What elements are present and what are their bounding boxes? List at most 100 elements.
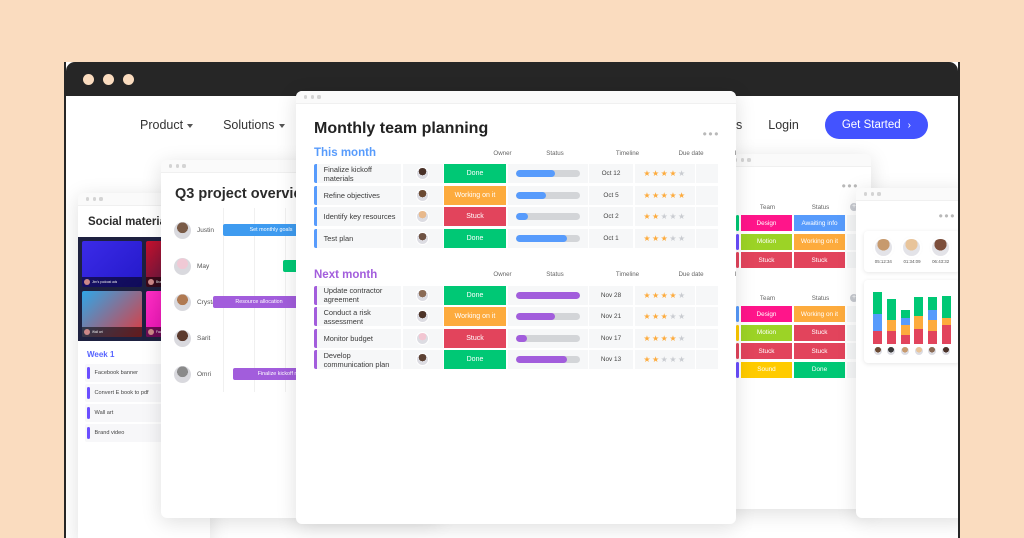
status-cell[interactable]: Stuck (444, 329, 506, 348)
owner-cell[interactable] (403, 186, 443, 205)
priority-cell[interactable]: ★★★★★ (635, 207, 695, 226)
timeline-cell[interactable] (508, 164, 588, 183)
table-row[interactable]: Test planDoneOct 1★★★★★ (314, 229, 718, 248)
table-row[interactable]: Identify key resourcesStuckOct 2★★★★★ (314, 207, 718, 226)
owner-cell[interactable] (403, 329, 443, 348)
table-row[interactable]: MotionStuck (726, 325, 871, 341)
table-row[interactable]: Refine objectivesWorking on itOct 5★★★★★ (314, 186, 718, 205)
due-date-cell[interactable]: Nov 17 (589, 329, 633, 348)
table-row[interactable]: Update contractor agreementDoneNov 28★★★… (314, 286, 718, 305)
table-row[interactable]: DesignAwaiting info (726, 215, 871, 231)
team-board-menu-icon[interactable]: ••• (726, 167, 871, 199)
due-date-cell[interactable]: Oct 1 (589, 229, 633, 248)
gantt-bar[interactable]: Resource allocation (213, 296, 305, 308)
task-name-cell: Conduct a risk assessment (317, 307, 401, 326)
timer-item[interactable]: 01:34:09 (903, 239, 920, 264)
group-title[interactable]: Next month (314, 269, 481, 281)
status-cell[interactable]: Done (444, 286, 506, 305)
owner-cell[interactable] (403, 207, 443, 226)
task-name-cell: Finalize kickoff materials (317, 164, 401, 183)
window-minimize-dot[interactable] (103, 74, 114, 85)
gantt-bar-label: Resource allocation (232, 299, 285, 305)
owner-cell[interactable] (403, 307, 443, 326)
status-cell[interactable]: Awaiting info (794, 215, 845, 231)
priority-cell[interactable]: ★★★★★ (635, 164, 695, 183)
team-cell[interactable]: Stuck (741, 343, 792, 359)
table-row[interactable]: SoundDone (726, 362, 871, 378)
timer-item[interactable]: 06:43:32 (932, 239, 949, 264)
status-cell[interactable]: Done (444, 350, 506, 369)
owner-cell[interactable] (403, 164, 443, 183)
status-cell[interactable]: Stuck (444, 207, 506, 226)
nav-item-solutions[interactable]: Solutions (223, 118, 284, 132)
status-cell[interactable]: Stuck (794, 252, 845, 268)
column-header-owner: Owner (483, 150, 523, 157)
chart-bar (873, 292, 882, 344)
get-started-button[interactable]: Get Started › (825, 111, 928, 139)
cards-canvas: Social material Jim's podcast adsBrand v… (66, 154, 958, 538)
star-icon: ★ (661, 312, 669, 321)
chart-segment-stuck (873, 331, 882, 344)
status-cell[interactable]: Done (444, 164, 506, 183)
owner-cell[interactable] (403, 229, 443, 248)
status-cell[interactable]: Done (794, 362, 845, 378)
team-cell[interactable]: Stuck (741, 252, 792, 268)
status-cell[interactable]: Stuck (794, 325, 845, 341)
team-cell[interactable]: Motion (741, 234, 792, 250)
table-row[interactable]: Monitor budgetStuckNov 17★★★★★ (314, 329, 718, 348)
nav-item-login[interactable]: Login (768, 118, 799, 132)
timeline-cell[interactable] (508, 307, 588, 326)
status-cell[interactable]: Done (444, 229, 506, 248)
gantt-row-name: Omri (197, 371, 223, 378)
due-date-cell[interactable]: Oct 2 (589, 207, 633, 226)
priority-cell[interactable]: ★★★★★ (635, 186, 695, 205)
team-cell[interactable]: Motion (741, 325, 792, 341)
table-row[interactable]: MotionWorking on it (726, 234, 871, 250)
window-minimize-dot (741, 158, 744, 161)
timeline-cell[interactable] (508, 350, 588, 369)
status-cell[interactable]: Working on it (444, 186, 506, 205)
table-row[interactable]: Conduct a risk assessment Working on it No… (314, 307, 718, 326)
timeline-cell[interactable] (508, 229, 588, 248)
status-cell[interactable]: Working on it (794, 234, 845, 250)
due-date-cell[interactable]: Oct 12 (589, 164, 633, 183)
timer-item[interactable]: 05:12:34 (875, 239, 892, 264)
due-date-cell[interactable]: Oct 5 (589, 186, 633, 205)
timeline-cell[interactable] (508, 329, 588, 348)
window-maximize-dot[interactable] (123, 74, 134, 85)
priority-cell[interactable]: ★★★★★ (635, 350, 695, 369)
status-cell[interactable]: Stuck (794, 343, 845, 359)
group-title[interactable]: This month (314, 147, 481, 159)
media-thumbnail[interactable]: Wall art (82, 291, 142, 337)
table-row[interactable]: Finalize kickoff materials Done Oct 12★★★★… (314, 164, 718, 183)
status-cell[interactable]: Working on it (444, 307, 506, 326)
priority-cell[interactable]: ★★★★★ (635, 229, 695, 248)
team-group: TeamStatus+DesignWorking on itMotionStuc… (726, 290, 871, 378)
table-row[interactable]: StuckStuck (726, 252, 871, 268)
owner-cell[interactable] (403, 286, 443, 305)
priority-cell[interactable]: ★★★★★ (635, 329, 695, 348)
window-close-dot[interactable] (83, 74, 94, 85)
due-date-cell[interactable]: Nov 13 (589, 350, 633, 369)
stats-menu-icon[interactable]: ••• (856, 201, 960, 223)
due-date-cell[interactable]: Nov 28 (589, 286, 633, 305)
owner-cell[interactable] (403, 350, 443, 369)
timeline-cell[interactable] (508, 186, 588, 205)
chart-segment-awaiting-info (901, 318, 910, 325)
team-cell[interactable]: Design (741, 215, 792, 231)
board-menu-icon[interactable]: ••• (703, 131, 720, 137)
priority-cell[interactable]: ★★★★★ (635, 307, 695, 326)
team-cell[interactable]: Sound (741, 362, 792, 378)
star-icon: ★ (652, 212, 660, 221)
nav-item-product[interactable]: Product (140, 118, 193, 132)
table-row[interactable]: Develop communication planDoneNov 13★★★★… (314, 350, 718, 369)
media-thumbnail[interactable]: Jim's podcast ads (82, 241, 142, 287)
timeline-cell[interactable] (508, 207, 588, 226)
timeline-cell[interactable] (508, 286, 588, 305)
team-cell[interactable]: Design (741, 306, 792, 322)
table-row[interactable]: DesignWorking on it (726, 306, 871, 322)
status-cell[interactable]: Working on it (794, 306, 845, 322)
priority-cell[interactable]: ★★★★★ (635, 286, 695, 305)
table-row[interactable]: StuckStuck (726, 343, 871, 359)
due-date-cell[interactable]: Nov 21 (589, 307, 633, 326)
